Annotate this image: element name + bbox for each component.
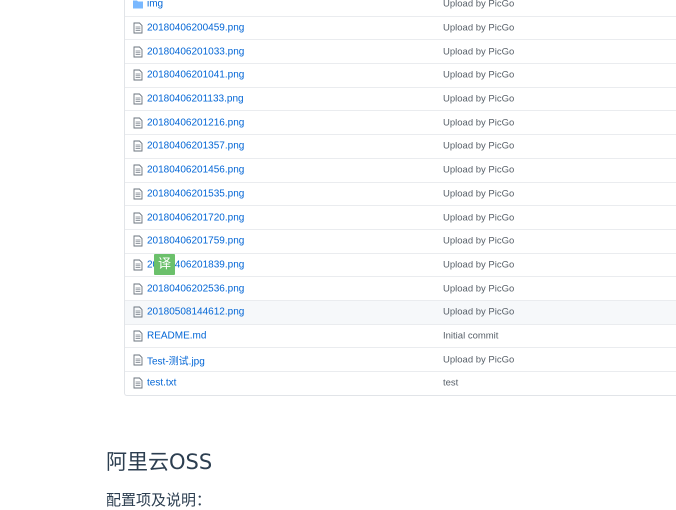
file-name-link[interactable]: 20180406201033.png <box>147 46 244 57</box>
file-icon <box>133 69 143 81</box>
commit-message-link[interactable]: Upload by PicGo <box>443 212 514 223</box>
file-icon <box>133 377 143 389</box>
section-heading: 阿里云OSS <box>106 450 213 474</box>
file-icon <box>133 283 143 295</box>
file-icon <box>133 46 143 58</box>
file-row[interactable]: 20180508144612.png Upload by PicGo <box>125 299 676 324</box>
folder-icon <box>133 0 143 9</box>
commit-message-link[interactable]: Upload by PicGo <box>443 70 514 81</box>
file-row[interactable]: 20180406201720.png Upload by PicGo <box>125 205 676 229</box>
file-icon <box>133 330 143 342</box>
file-name-link[interactable]: 20180406201759.png <box>147 236 244 247</box>
file-name-link[interactable]: 20180406201216.png <box>147 117 244 128</box>
file-name-link[interactable]: 20180406201357.png <box>147 141 244 152</box>
section-paragraph: 配置项及说明： <box>106 491 212 509</box>
commit-message-link[interactable]: test <box>443 378 458 389</box>
commit-message-link[interactable]: Upload by PicGo <box>443 94 514 105</box>
file-icon <box>133 235 143 247</box>
file-name-link[interactable]: Test-测试.jpg <box>147 352 205 367</box>
file-row[interactable]: README.md Initial commit <box>125 323 676 348</box>
file-name-link[interactable]: 20180406201720.png <box>147 212 244 223</box>
commit-message-link[interactable]: Upload by PicGo <box>443 0 514 9</box>
file-row[interactable]: 20180406201357.png Upload by PicGo <box>125 134 676 158</box>
file-row[interactable]: 20180406201041.png Upload by PicGo <box>125 63 676 87</box>
file-name-link[interactable]: 20180406201133.png <box>147 94 244 105</box>
file-name-link[interactable]: test.txt <box>147 378 176 389</box>
translate-icon[interactable]: 译 <box>154 254 175 275</box>
commit-message-link[interactable]: Upload by PicGo <box>443 354 514 365</box>
file-name-link[interactable]: 20180508144612.png <box>147 307 244 318</box>
commit-message-link[interactable]: Upload by PicGo <box>443 117 514 128</box>
file-icon <box>133 306 143 318</box>
commit-message-link[interactable]: Upload by PicGo <box>443 23 514 34</box>
file-row[interactable]: 20180406201033.png Upload by PicGo <box>125 39 676 63</box>
file-name-link[interactable]: img <box>147 0 163 9</box>
file-icon <box>133 354 143 366</box>
commit-message-link[interactable]: Upload by PicGo <box>443 307 514 318</box>
file-row[interactable]: test.txt test <box>125 371 676 395</box>
file-name-link[interactable]: README.md <box>147 330 206 341</box>
commit-message-link[interactable]: Upload by PicGo <box>443 236 514 247</box>
file-icon <box>133 164 143 176</box>
commit-message-link[interactable]: Upload by PicGo <box>443 283 514 294</box>
commit-message-link[interactable]: Initial commit <box>443 330 498 341</box>
file-row[interactable]: 20180406201133.png Upload by PicGo <box>125 86 676 111</box>
commit-message-link[interactable]: Upload by PicGo <box>443 165 514 176</box>
file-icon <box>133 259 143 271</box>
file-row[interactable]: 20180406200459.png Upload by PicGo <box>125 15 676 40</box>
file-icon <box>133 22 143 34</box>
file-row[interactable]: 20180406201216.png Upload by PicGo <box>125 110 676 134</box>
file-name-link[interactable]: 20180406200459.png <box>147 23 244 34</box>
file-row[interactable]: 20180406201759.png Upload by PicGo <box>125 228 676 253</box>
commit-message-link[interactable]: Upload by PicGo <box>443 46 514 57</box>
commit-message-link[interactable]: Upload by PicGo <box>443 141 514 152</box>
file-row[interactable]: Test-测试.jpg Upload by PicGo <box>125 347 676 371</box>
file-icon <box>133 141 143 152</box>
file-name-link[interactable]: 20180406201535.png <box>147 188 244 199</box>
file-name-link[interactable]: 20180406202536.png <box>147 283 244 294</box>
commit-message-link[interactable]: Upload by PicGo <box>443 259 514 270</box>
file-icon <box>133 188 143 200</box>
file-row[interactable]: 20180406201535.png Upload by PicGo <box>125 181 676 206</box>
file-name-link[interactable]: 20180406201041.png <box>147 70 244 81</box>
file-icon <box>133 117 143 129</box>
file-icon <box>133 93 143 105</box>
commit-message-link[interactable]: Upload by PicGo <box>443 188 514 199</box>
file-row[interactable]: img Upload by PicGo <box>125 0 676 16</box>
file-row[interactable]: 20180406201456.png Upload by PicGo <box>125 157 676 182</box>
file-icon <box>133 212 143 223</box>
file-list-table: img Upload by PicGo 20180406200459.png Uplo… <box>124 0 676 396</box>
file-row[interactable]: 20180406202536.png Upload by PicGo <box>125 276 676 300</box>
file-row[interactable]: 20180406201839.png Upload by PicGo <box>125 252 676 277</box>
file-name-link[interactable]: 20180406201456.png <box>147 165 244 176</box>
